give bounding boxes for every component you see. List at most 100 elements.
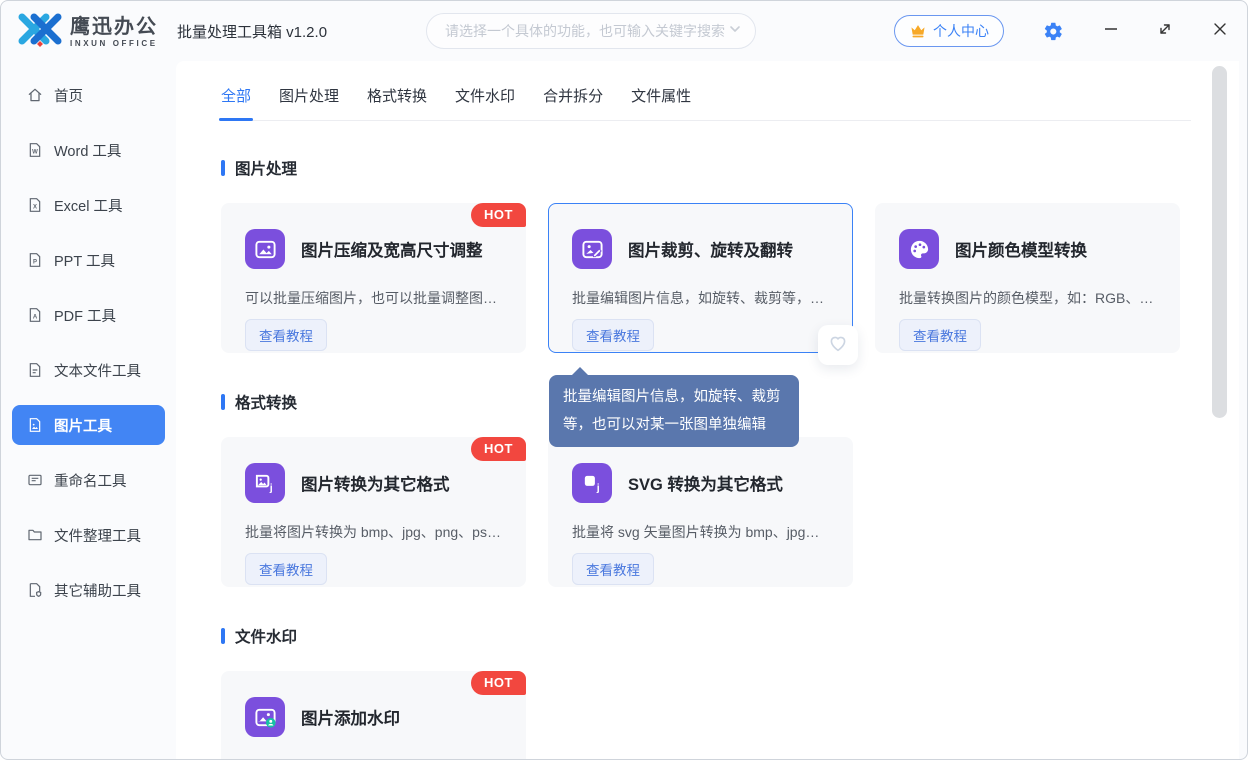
pdf-doc-icon: A: [27, 307, 43, 323]
tab-format-convert[interactable]: 格式转换: [367, 85, 427, 120]
card-description: 批量编辑图片信息，如旋转、裁剪等，也...: [572, 290, 829, 306]
image-watermark-icon: [245, 697, 285, 737]
sidebar-item-file-organize-tools[interactable]: 文件整理工具: [12, 515, 165, 555]
tab-file-watermark[interactable]: 文件水印: [455, 85, 515, 120]
excel-doc-icon: X: [27, 197, 43, 213]
view-tutorial-button[interactable]: 查看教程: [572, 553, 654, 585]
section-title-text: 图片处理: [235, 161, 298, 178]
ppt-doc-icon: P: [27, 252, 43, 268]
section-title-text: 文件水印: [235, 629, 298, 646]
close-button[interactable]: [1206, 1, 1234, 61]
card-grid-image-processing: HOT 图片压缩及宽高尺寸调整 可以批量压缩图片，也可以批量调整图片... 查看…: [221, 203, 1239, 365]
sidebar-item-label: Excel 工具: [54, 198, 123, 215]
card-image-color-model-convert[interactable]: 图片颜色模型转换 批量转换图片的颜色模型，如：RGB、CM... 查看教程: [875, 203, 1180, 353]
image-edit-icon: [572, 229, 612, 269]
view-tutorial-button[interactable]: 查看教程: [245, 319, 327, 351]
tab-merge-split[interactable]: 合并拆分: [543, 85, 603, 120]
svg-text:A: A: [33, 314, 38, 320]
text-doc-icon: [27, 362, 43, 378]
sidebar-item-label: 其它辅助工具: [54, 583, 141, 600]
folder-icon: [27, 527, 43, 543]
card-title: SVG 转换为其它格式: [628, 476, 783, 494]
image-convert-icon: j: [245, 463, 285, 503]
settings-button[interactable]: [1039, 1, 1067, 61]
card-image-convert-format[interactable]: HOT j 图片转换为其它格式 批量将图片转换为 bmp、jpg、png、psd…: [221, 437, 526, 587]
card-image-add-watermark[interactable]: HOT 图片添加水印: [221, 671, 526, 759]
card-image-compress-resize[interactable]: HOT 图片压缩及宽高尺寸调整 可以批量压缩图片，也可以批量调整图片... 查看…: [221, 203, 526, 353]
section-title-text: 格式转换: [235, 395, 298, 412]
window-body: 首页 W Word 工具 X Excel 工具 P PPT 工具 A PDF 工…: [1, 61, 1247, 759]
image-doc-icon: [27, 417, 43, 433]
rename-icon: [27, 472, 43, 488]
sidebar-item-home[interactable]: 首页: [12, 75, 165, 115]
palette-icon: [899, 229, 939, 269]
app-window: 鹰迅办公 INXUN OFFICE 批量处理工具箱 v1.2.0 个人中心: [0, 0, 1248, 760]
minimize-icon: [1103, 21, 1119, 42]
main-content: 全部 图片处理 格式转换 文件水印 合并拆分 文件属性 图片处理 HOT 图片压…: [176, 61, 1239, 759]
app-title: 批量处理工具箱 v1.2.0: [177, 23, 328, 41]
svg-text:j: j: [268, 482, 272, 494]
tab-image-processing[interactable]: 图片处理: [279, 85, 339, 120]
function-search-select[interactable]: [426, 13, 756, 49]
tool-sections: 图片处理 HOT 图片压缩及宽高尺寸调整 可以批量压缩图片，也可以批量调整图片.…: [176, 157, 1239, 759]
svg-text:P: P: [33, 259, 37, 265]
card-title: 图片裁剪、旋转及翻转: [628, 242, 793, 260]
user-center-label: 个人中心: [933, 23, 989, 39]
sidebar-item-label: Word 工具: [54, 143, 122, 160]
card-grid-file-watermark: HOT 图片添加水印: [221, 671, 1239, 759]
minimize-button[interactable]: [1097, 1, 1125, 61]
sidebar-item-image-tools[interactable]: 图片工具: [12, 405, 165, 445]
card-grid-format-convert: HOT j 图片转换为其它格式 批量将图片转换为 bmp、jpg、png、psd…: [221, 437, 1239, 587]
svg-text:W: W: [32, 149, 38, 155]
sidebar-item-misc-tools[interactable]: 其它辅助工具: [12, 570, 165, 610]
sidebar-item-excel-tools[interactable]: X Excel 工具: [12, 185, 165, 225]
resize-diagonal-icon: [1157, 21, 1173, 42]
view-tutorial-button[interactable]: 查看教程: [572, 319, 654, 351]
card-svg-convert-format[interactable]: j SVG 转换为其它格式 批量将 svg 矢量图片转换为 bmp、jpg、p.…: [548, 437, 853, 587]
view-tutorial-button[interactable]: 查看教程: [245, 553, 327, 585]
sidebar-item-word-tools[interactable]: W Word 工具: [12, 130, 165, 170]
section-accent-bar: [221, 628, 225, 644]
sidebar-item-pdf-tools[interactable]: A PDF 工具: [12, 295, 165, 335]
search-input[interactable]: [445, 23, 727, 39]
sidebar-item-label: 图片工具: [54, 418, 112, 435]
maximize-button[interactable]: [1151, 1, 1179, 61]
card-title: 图片压缩及宽高尺寸调整: [301, 242, 483, 260]
sidebar-item-label: 文件整理工具: [54, 528, 141, 545]
tab-all[interactable]: 全部: [218, 85, 254, 121]
card-description: 批量将图片转换为 bmp、jpg、png、psd...: [245, 524, 502, 540]
card-title: 图片颜色模型转换: [955, 242, 1087, 260]
sidebar-item-label: 文本文件工具: [54, 363, 141, 380]
favorite-button[interactable]: [818, 325, 858, 365]
logo-x-icon: [17, 11, 63, 54]
card-description: 可以批量压缩图片，也可以批量调整图片...: [245, 290, 502, 306]
word-doc-icon: W: [27, 142, 43, 158]
sidebar-item-label: 首页: [54, 88, 83, 105]
user-center-button[interactable]: 个人中心: [894, 15, 1004, 47]
sidebar-item-label: PDF 工具: [54, 308, 117, 325]
card-description: 批量将 svg 矢量图片转换为 bmp、jpg、p...: [572, 524, 829, 540]
tab-file-attributes[interactable]: 文件属性: [631, 85, 691, 120]
section-accent-bar: [221, 394, 225, 410]
card-tooltip: 批量编辑图片信息，如旋转、裁剪等，也可以对某一张图单独编辑: [549, 367, 799, 447]
sidebar-item-rename-tools[interactable]: 重命名工具: [12, 460, 165, 500]
card-image-crop-rotate-flip[interactable]: 图片裁剪、旋转及翻转 批量编辑图片信息，如旋转、裁剪等，也... 查看教程: [548, 203, 858, 365]
card-title: 图片添加水印: [301, 710, 400, 728]
card-description: 批量转换图片的颜色模型，如：RGB、CM...: [899, 290, 1156, 306]
sidebar-item-ppt-tools[interactable]: P PPT 工具: [12, 240, 165, 280]
sidebar-item-label: PPT 工具: [54, 253, 115, 270]
svg-text:j: j: [595, 482, 599, 494]
view-tutorial-button[interactable]: 查看教程: [899, 319, 981, 351]
sidebar: 首页 W Word 工具 X Excel 工具 P PPT 工具 A PDF 工…: [1, 61, 176, 759]
section-title-file-watermark: 文件水印: [221, 625, 1239, 647]
misc-tools-icon: [27, 582, 43, 598]
chevron-down-icon: [727, 21, 743, 42]
hot-badge: HOT: [471, 437, 526, 461]
home-icon: [27, 87, 43, 103]
section-title-image-processing: 图片处理: [221, 157, 1239, 179]
scrollbar-thumb[interactable]: [1212, 66, 1227, 418]
topbar: 鹰迅办公 INXUN OFFICE 批量处理工具箱 v1.2.0 个人中心: [1, 1, 1247, 61]
hot-badge: HOT: [471, 203, 526, 227]
gear-icon: [1043, 21, 1064, 42]
sidebar-item-text-file-tools[interactable]: 文本文件工具: [12, 350, 165, 390]
